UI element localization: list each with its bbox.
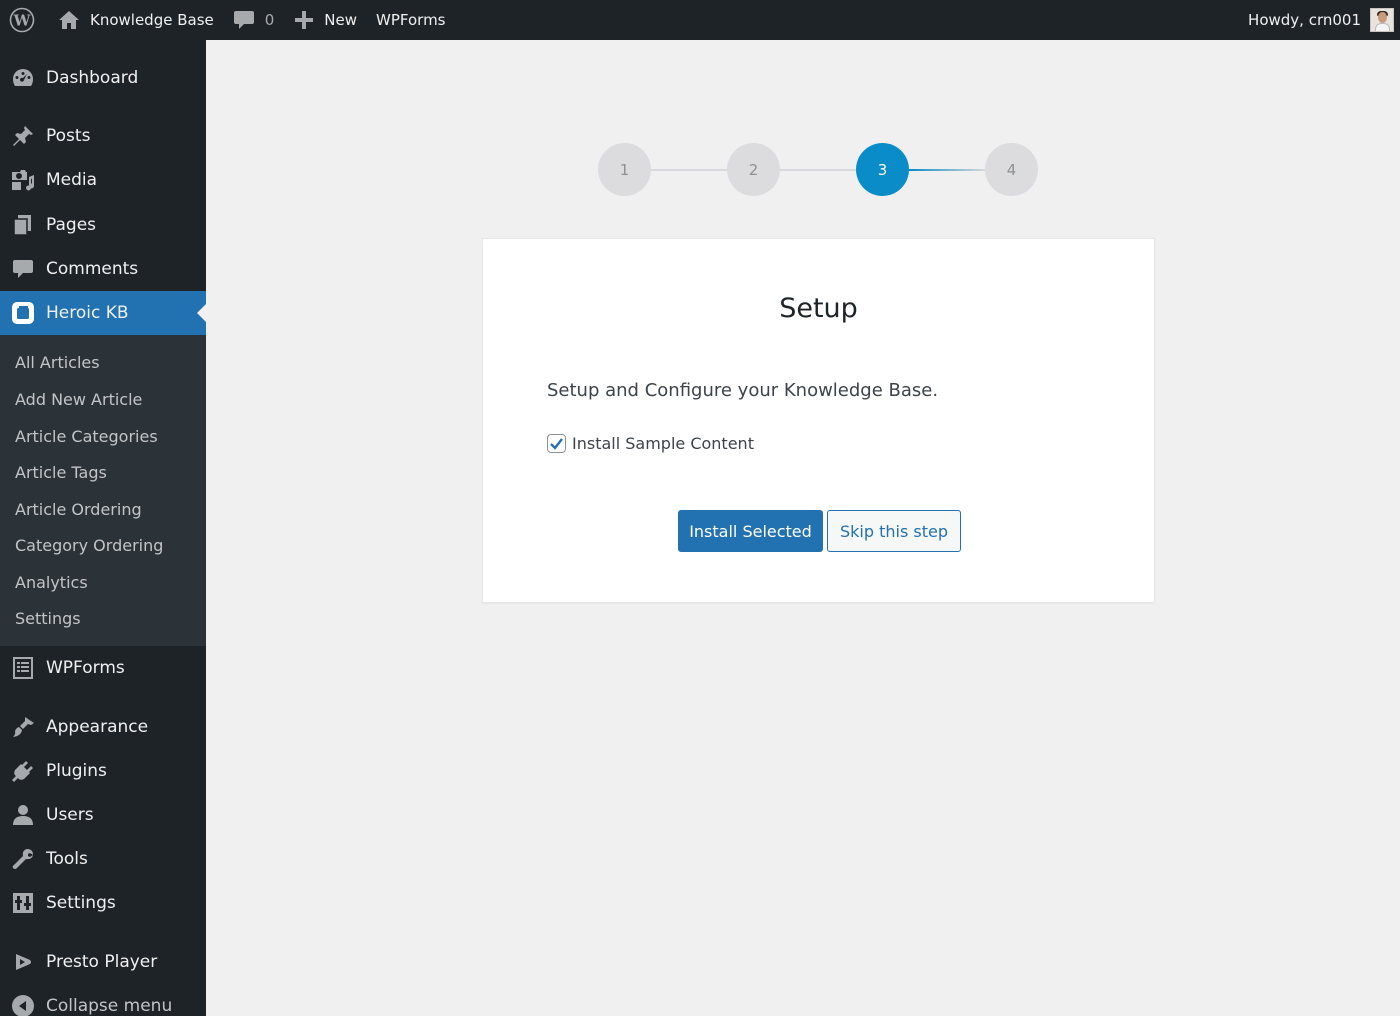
menu-appearance[interactable]: Appearance	[0, 705, 206, 749]
pages-icon	[10, 212, 36, 238]
menu-settings-label: Settings	[46, 893, 116, 913]
sample-content-option: Install Sample Content	[547, 434, 754, 453]
comment-count: 0	[264, 11, 275, 29]
step-4: 4	[985, 143, 1038, 196]
sample-content-checkbox[interactable]	[547, 434, 566, 453]
menu-plugins[interactable]: Plugins	[0, 749, 206, 793]
howdy-greeting: Howdy, crn001	[1248, 11, 1361, 29]
menu-pages[interactable]: Pages	[0, 203, 206, 247]
step-connector	[780, 169, 856, 171]
menu-wpforms-label: WPForms	[46, 658, 125, 678]
submenu-all-articles[interactable]: All Articles	[15, 353, 100, 372]
plus-icon	[292, 8, 316, 32]
heroic-kb-submenu: All Articles Add New Article Article Cat…	[0, 335, 206, 646]
admin-sidebar: Dashboard Posts Media Pages Comments Her…	[0, 40, 206, 1016]
menu-wpforms[interactable]: WPForms	[0, 646, 206, 690]
submenu-category-ordering[interactable]: Category Ordering	[15, 536, 163, 555]
wpforms-label: WPForms	[376, 11, 446, 29]
dashboard-gauge-icon	[10, 65, 36, 91]
step-2: 2	[727, 143, 780, 196]
setup-card: Setup Setup and Configure your Knowledge…	[482, 238, 1155, 603]
menu-appearance-label: Appearance	[46, 717, 149, 737]
wpforms-form-icon	[10, 655, 36, 681]
submenu-article-ordering[interactable]: Article Ordering	[15, 500, 142, 519]
checkmark-icon	[550, 438, 563, 450]
paintbrush-icon	[10, 714, 36, 740]
home-icon	[57, 8, 81, 32]
new-label: New	[324, 11, 358, 29]
wpforms-link[interactable]: WPForms	[366, 0, 454, 40]
menu-pages-label: Pages	[46, 215, 97, 235]
menu-tools-label: Tools	[46, 849, 88, 869]
menu-plugins-label: Plugins	[46, 761, 107, 781]
skip-step-button[interactable]: Skip this step	[827, 510, 961, 552]
menu-tools[interactable]: Tools	[0, 837, 206, 881]
plug-icon	[10, 758, 36, 784]
submenu-analytics[interactable]: Analytics	[15, 573, 88, 592]
wrench-icon	[10, 846, 36, 872]
step-connector	[651, 169, 727, 171]
my-account-link[interactable]: Howdy, crn001	[1239, 0, 1400, 40]
presto-player-icon	[10, 949, 36, 975]
admin-bar: W Knowledge Base 0 New WPForms Howdy, cr…	[0, 0, 1400, 40]
install-selected-button[interactable]: Install Selected	[678, 510, 823, 552]
step-connector-active	[909, 169, 985, 171]
collapse-menu-button[interactable]: Collapse menu	[0, 984, 206, 1016]
comment-bubble-icon	[232, 8, 256, 32]
wordpress-logo-menu[interactable]: W	[0, 0, 48, 40]
comments-link[interactable]: 0	[223, 0, 284, 40]
menu-comments-label: Comments	[46, 259, 139, 279]
menu-dashboard[interactable]: Dashboard	[0, 56, 206, 100]
site-name: Knowledge Base	[90, 11, 214, 29]
step-3-active: 3	[856, 143, 909, 196]
user-icon	[10, 802, 36, 828]
media-camera-music-icon	[10, 167, 36, 193]
collapse-arrow-icon	[10, 993, 36, 1016]
menu-posts[interactable]: Posts	[0, 114, 206, 158]
setup-title: Setup	[779, 293, 858, 324]
svg-text:W: W	[13, 12, 32, 30]
setup-description: Setup and Configure your Knowledge Base.	[547, 380, 939, 401]
submenu-add-new-article[interactable]: Add New Article	[15, 390, 142, 409]
settings-sliders-icon	[10, 890, 36, 916]
avatar	[1370, 8, 1394, 32]
site-name-link[interactable]: Knowledge Base	[48, 0, 223, 40]
wizard-steps: 1 2 3 4	[598, 143, 1040, 197]
menu-heroic-kb[interactable]: Heroic KB	[0, 291, 206, 335]
heroic-kb-icon	[10, 300, 36, 326]
menu-presto-player-label: Presto Player	[46, 952, 158, 972]
menu-settings[interactable]: Settings	[0, 881, 206, 925]
wordpress-logo-icon: W	[8, 6, 36, 34]
menu-dashboard-label: Dashboard	[46, 68, 139, 88]
menu-media[interactable]: Media	[0, 158, 206, 202]
menu-presto-player[interactable]: Presto Player	[0, 940, 206, 984]
menu-users[interactable]: Users	[0, 793, 206, 837]
new-content-link[interactable]: New	[283, 0, 366, 40]
submenu-article-tags[interactable]: Article Tags	[15, 463, 107, 482]
menu-users-label: Users	[46, 805, 94, 825]
step-1: 1	[598, 143, 651, 196]
submenu-article-categories[interactable]: Article Categories	[15, 427, 158, 446]
collapse-menu-label: Collapse menu	[46, 996, 173, 1016]
menu-posts-label: Posts	[46, 126, 91, 146]
menu-media-label: Media	[46, 170, 98, 190]
menu-comments[interactable]: Comments	[0, 247, 206, 291]
menu-heroic-kb-label: Heroic KB	[46, 303, 129, 323]
comment-bubble-icon	[10, 256, 36, 282]
submenu-settings[interactable]: Settings	[15, 609, 81, 628]
sample-content-label[interactable]: Install Sample Content	[572, 434, 754, 453]
pushpin-icon	[10, 123, 36, 149]
